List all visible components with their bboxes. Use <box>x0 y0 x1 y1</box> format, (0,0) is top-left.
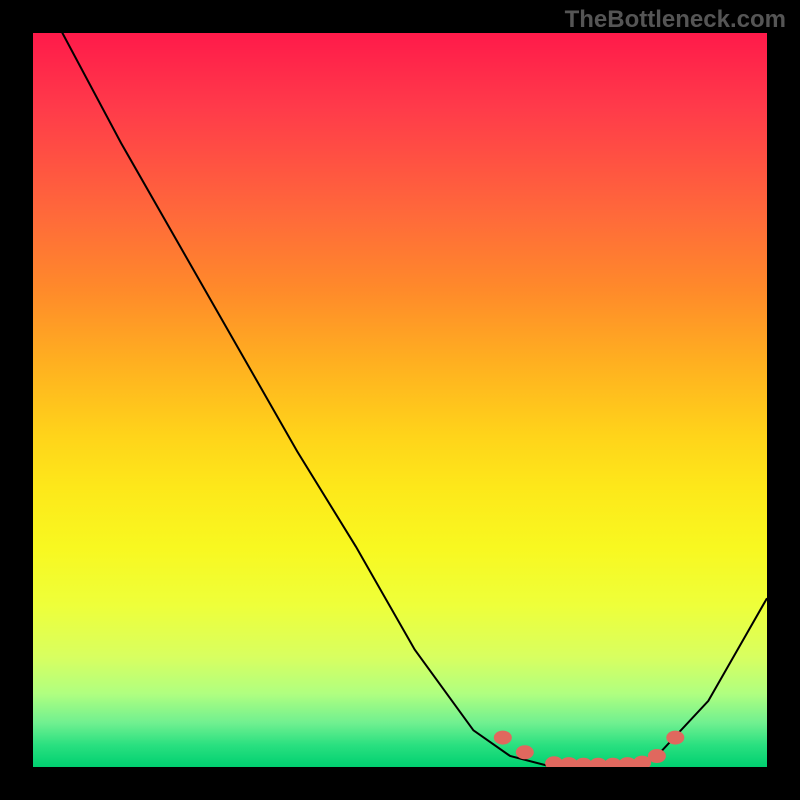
watermark-text: TheBottleneck.com <box>565 6 786 34</box>
data-marker <box>666 731 684 745</box>
data-marker <box>494 731 512 745</box>
chart-svg <box>33 33 767 767</box>
data-marker <box>648 749 666 763</box>
plot-area <box>33 33 767 767</box>
data-marker <box>516 745 534 759</box>
bottleneck-curve <box>33 33 767 767</box>
marker-group <box>494 731 685 767</box>
